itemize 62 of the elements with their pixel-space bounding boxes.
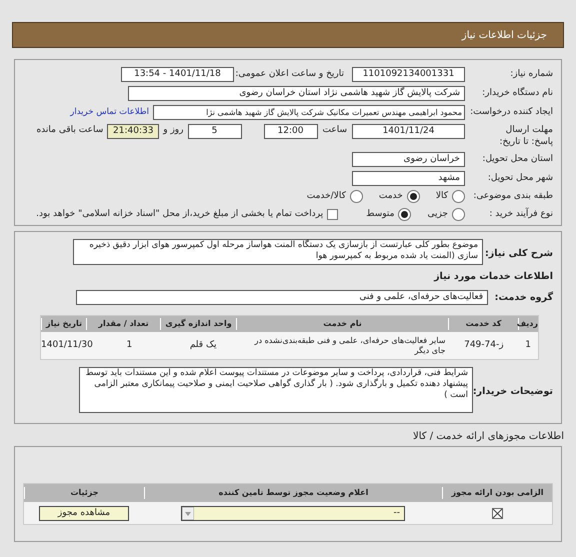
countdown-value: 21:40:33 (107, 124, 160, 139)
radio-button[interactable] (452, 190, 465, 204)
radio-button[interactable] (406, 190, 420, 204)
dropdown-arrow-icon (182, 506, 194, 520)
table-cell-text: ز-74-749 (463, 339, 505, 352)
field-label: تاریخ و ساعت اعلان عمومی: (234, 68, 345, 81)
field-value: 12:00 (264, 124, 318, 139)
option-label: کالا/خدمت (306, 190, 346, 203)
column-header: کد خدمت (448, 318, 518, 330)
field-value: 1101092134001331 (352, 67, 465, 82)
field-value: 1401/11/24 (352, 124, 465, 139)
table-cell-text: یک قلم (188, 339, 218, 352)
radio-button[interactable] (452, 208, 465, 221)
field-label: شرح کلی نیاز: (484, 247, 553, 261)
section-title: اطلاعات مجوزهای ارائه خدمت / کالا (412, 430, 564, 444)
field-label: ساعت (322, 124, 348, 137)
field-label: شماره نیاز: (509, 68, 553, 81)
field-value: مشهد (352, 171, 465, 186)
table-cell-text: 1401/11/30 (41, 339, 93, 352)
column-header: نام خدمت (236, 318, 448, 330)
header-title: جزئیات اطلاعات نیاز (462, 28, 547, 42)
description-text: موضوع بطور کلی عبارتست از بازسازی یک دستگاه المنت هواساز مرحله اول کمپرسور هوای ابزار دقیق ذخیره سازی (المنت یاد شده مربوط به کمپرسور هوا (73, 239, 483, 265)
field-label: توضیحات خریدار: (473, 385, 553, 400)
option-label: خدمت (378, 190, 403, 203)
field-label: ساعت باقی مانده (35, 124, 104, 137)
field-value: فعالیت‌های حرفه‌ای، علمی و فنی (76, 290, 488, 306)
field-label: گروه خدمت: (494, 290, 553, 305)
field-label: روز و (162, 124, 184, 137)
field-value: شرکت پالایش گاز شهید هاشمی نژاد استان خراسان رضوی (128, 86, 465, 101)
column-header: اعلام وضعیت مجوز توسط تامین کننده (144, 487, 442, 500)
option-label: جزیی (427, 208, 448, 220)
checkbox[interactable] (327, 208, 338, 220)
column-header: ردیف (518, 318, 538, 330)
table-cell-text: 1 (125, 339, 134, 352)
option-label: متوسط (366, 208, 394, 220)
column-header: الزامی بودن ارائه مجوز (442, 487, 552, 500)
column-header: جزئیات (24, 487, 144, 500)
table-cell-text: 1 (524, 339, 532, 352)
contact-link[interactable]: اطلاعات تماس خریدار (70, 106, 153, 119)
column-header: تعداد / مقدار (86, 318, 160, 330)
field-value: محمود ابراهیمی مهندس تعمیرات مکانیک شرکت پالایش گاز شهید هاشمی نژا (153, 105, 465, 120)
status-dropdown[interactable]: -- (181, 506, 405, 521)
option-label: کالا (436, 190, 448, 203)
field-label: استان محل تحویل: (481, 152, 553, 166)
radio-button[interactable] (350, 190, 363, 204)
notes-text: شرایط فنی، قراردادی، پرداخت و سایر موضوعات در مستندات پیوست اعلام شده و این مستندات باید توسط پیشنهاد دهنده تکمیل و بارگذاری شود. ( بار گذاری گواهی صلاحیت ایمنی و صلاحیت پیمانکاری معتبر الزامی است ) (79, 367, 473, 414)
field-value: خراسان رضوی (352, 152, 465, 167)
field-value: 5 (188, 124, 242, 139)
field-label: ایجاد کننده درخواست: (469, 106, 553, 119)
field-label: نام دستگاه خریدار: (481, 86, 553, 100)
section-title: اطلاعات خدمات مورد نیاز (432, 270, 553, 284)
column-header: واحد اندازه گیری (160, 318, 236, 330)
field-label: شهر محل تحویل: (486, 172, 553, 185)
field-label: مهلت ارسال پاسخ: تا تاریخ: (498, 124, 553, 148)
column-header: تاریخ نیاز (41, 318, 86, 330)
radio-button[interactable] (398, 208, 412, 221)
view-permit-button[interactable]: مشاهده مجوز (39, 506, 129, 521)
checkbox-label: پرداخت تمام یا بخشی از مبلغ خرید،از محل "اسناد خزانه اسلامی" خواهد بود. (36, 208, 324, 220)
field-label: نوع فرآیند خرید : (488, 208, 553, 220)
field-value: 1401/11/18 - 13:54 (121, 67, 234, 82)
table-cell-text: سایر فعالیت‌های حرفه‌ای، علمی و فنی طبقه‌بندی‌نشده در جای دیگر (253, 336, 446, 356)
field-label: طبقه بندی موضوعی: (472, 190, 553, 203)
